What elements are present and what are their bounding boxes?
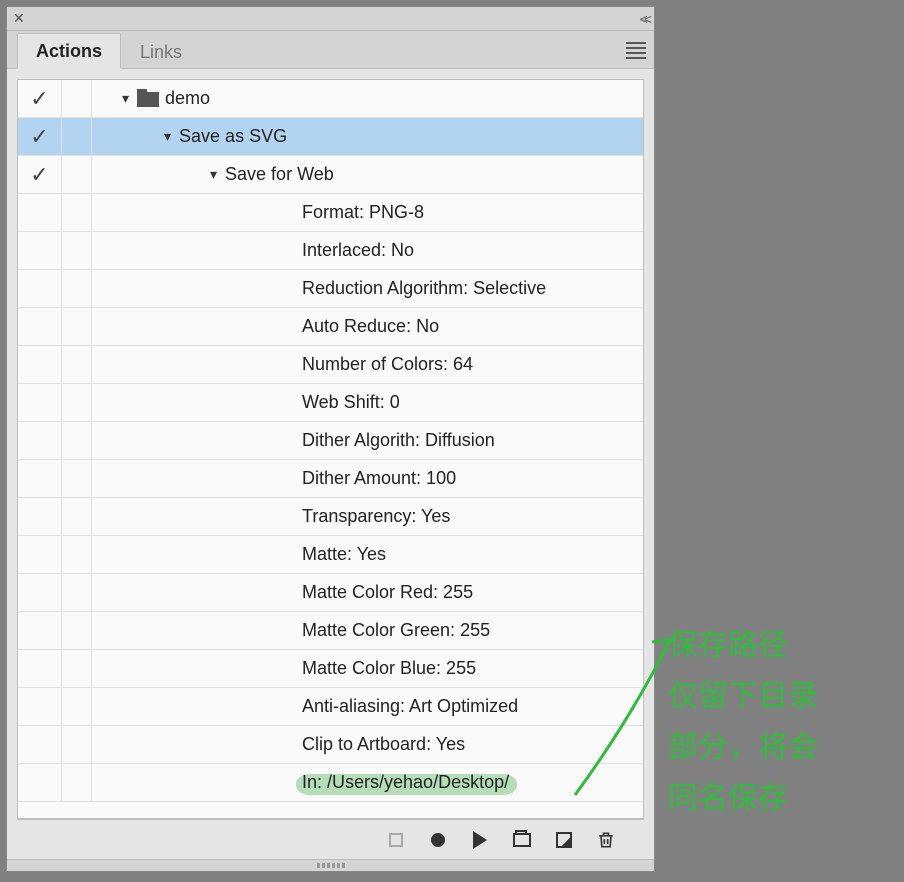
param-label: Clip to Artboard: Yes [302,734,465,755]
new-action-icon[interactable] [554,830,574,850]
action-row[interactable]: ✓ ▾ Save as SVG [18,118,643,156]
annotation-text: 保存路径 仅留下目录 部分，将会 同名保存 [668,620,818,824]
chevron-down-icon[interactable]: ▾ [122,90,129,107]
param-row[interactable]: Clip to Artboard: Yes [18,726,643,764]
folder-icon [137,92,159,107]
param-row[interactable]: Interlaced: No [18,232,643,270]
record-icon[interactable] [428,830,448,850]
tab-links[interactable]: Links [121,34,201,69]
chevron-down-icon[interactable]: ▾ [164,128,171,145]
new-set-icon[interactable] [512,830,532,850]
param-row[interactable]: Web Shift: 0 [18,384,643,422]
param-label: Dither Amount: 100 [302,468,456,489]
chevron-down-icon[interactable]: ▾ [210,166,217,183]
checkmark-icon[interactable]: ✓ [30,124,48,150]
param-label: Matte Color Green: 255 [302,620,490,641]
resize-grip[interactable] [7,859,654,871]
action-step-label: Save for Web [225,164,334,185]
param-label: Reduction Algorithm: Selective [302,278,546,299]
panel-menu-icon[interactable] [626,39,646,62]
param-label: Anti-aliasing: Art Optimized [302,696,518,717]
param-label: Matte Color Blue: 255 [302,658,476,679]
param-label: Transparency: Yes [302,506,450,527]
param-row[interactable]: Reduction Algorithm: Selective [18,270,643,308]
annotation-line: 同名保存 [668,773,818,824]
param-label: Web Shift: 0 [302,392,400,413]
param-row[interactable]: Matte: Yes [18,536,643,574]
param-row[interactable]: Matte Color Green: 255 [18,612,643,650]
param-row[interactable]: Auto Reduce: No [18,308,643,346]
action-label: Save as SVG [179,126,287,147]
param-row[interactable]: Matte Color Red: 255 [18,574,643,612]
param-label: Interlaced: No [302,240,414,261]
annotation-line: 部分，将会 [668,722,818,773]
param-label: Format: PNG-8 [302,202,424,223]
action-step-row[interactable]: ✓ ▾ Save for Web [18,156,643,194]
content-area: ✓ ▾ demo ✓ ▾ Save as SVG ✓ [7,69,654,859]
tab-bar: Actions Links [7,31,654,69]
param-row[interactable]: Format: PNG-8 [18,194,643,232]
stop-icon[interactable] [386,830,406,850]
param-row[interactable]: Transparency: Yes [18,498,643,536]
action-set-label: demo [165,88,210,109]
param-row[interactable]: Anti-aliasing: Art Optimized [18,688,643,726]
trash-icon[interactable] [596,830,616,850]
param-label: Number of Colors: 64 [302,354,473,375]
annotation-line: 仅留下目录 [668,671,818,722]
checkmark-icon[interactable]: ✓ [30,86,48,112]
param-label: Dither Algorith: Diffusion [302,430,495,451]
param-row[interactable]: In: /Users/yehao/Desktop/ [18,764,643,802]
collapse-icon[interactable]: << [640,11,648,27]
param-row[interactable]: Matte Color Blue: 255 [18,650,643,688]
param-row[interactable]: Number of Colors: 64 [18,346,643,384]
actions-panel: ✕ << Actions Links ✓ ▾ demo ✓ ▾ [6,6,655,872]
param-row[interactable]: Dither Amount: 100 [18,460,643,498]
actions-list[interactable]: ✓ ▾ demo ✓ ▾ Save as SVG ✓ [17,79,644,819]
param-row[interactable]: Dither Algorith: Diffusion [18,422,643,460]
param-label: Matte Color Red: 255 [302,582,473,603]
tab-actions[interactable]: Actions [17,33,121,69]
panel-titlebar: ✕ << [7,7,654,31]
param-label: Matte: Yes [302,544,386,565]
close-icon[interactable]: ✕ [13,10,25,27]
action-set-row[interactable]: ✓ ▾ demo [18,80,643,118]
annotation-line: 保存路径 [668,620,818,671]
checkmark-icon[interactable]: ✓ [30,162,48,188]
actions-toolbar [17,819,644,859]
param-label-highlighted: In: /Users/yehao/Desktop/ [302,772,509,793]
param-label: Auto Reduce: No [302,316,439,337]
play-icon[interactable] [470,830,490,850]
